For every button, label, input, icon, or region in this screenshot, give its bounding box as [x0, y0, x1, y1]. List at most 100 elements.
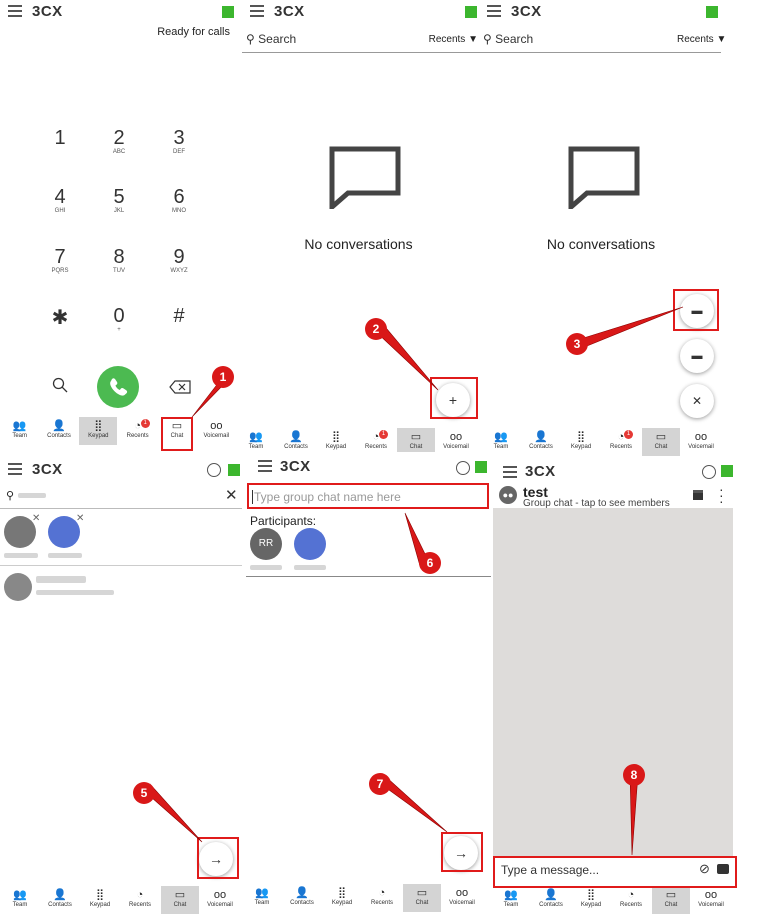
message-input[interactable]: Type a message... [501, 863, 599, 877]
tab-keypad[interactable]: ⣿ Keypad [79, 417, 118, 445]
chat-bubble-icon [568, 146, 640, 209]
team-icon: 👥 [249, 431, 263, 443]
headset-icon[interactable] [702, 465, 716, 479]
create-group-button[interactable]: → [444, 836, 478, 870]
presence-indicator[interactable] [465, 6, 477, 18]
headset-icon[interactable] [456, 461, 470, 475]
presence-indicator[interactable] [222, 6, 234, 18]
chat-icon: ▭ [665, 889, 677, 901]
tab-contacts[interactable]: 👤 Contacts [283, 884, 321, 912]
app-logo: 3CX [511, 3, 542, 20]
recents-filter[interactable]: Recents ▼ [429, 34, 478, 45]
notification-badge: 1 [140, 419, 150, 428]
search-query[interactable] [18, 493, 46, 498]
tab-voicemail[interactable]: oo Voicemail [201, 886, 239, 914]
tab-team[interactable]: 👥 Team [243, 884, 281, 912]
key-3[interactable]: 4 GHI [40, 186, 80, 214]
search-icon[interactable] [52, 377, 68, 393]
tab-contacts[interactable]: 👤 Contacts [522, 428, 560, 456]
hamburger-icon[interactable] [487, 5, 501, 17]
key-5[interactable]: 6 MNO [159, 186, 199, 214]
remove-icon[interactable]: ✕ [32, 513, 40, 524]
tab-voicemail[interactable]: oo Voicemail [682, 428, 720, 456]
tab-label: Keypad [331, 900, 353, 906]
tab-chat[interactable]: ▭ Chat [652, 886, 690, 914]
key-8[interactable]: 9 WXYZ [159, 246, 199, 274]
key-0[interactable]: 1 [40, 127, 80, 149]
hamburger-icon[interactable] [8, 5, 22, 17]
key-2[interactable]: 3 DEF [159, 127, 199, 155]
search-input[interactable]: ⚲ Search [246, 32, 296, 46]
key-1[interactable]: 2 ABC [99, 127, 139, 155]
tab-recents[interactable]: ◔ Recents 1 [119, 417, 157, 445]
step-marker-6: 6 [419, 552, 441, 574]
voicemail-icon: oo [694, 431, 708, 443]
search-input[interactable]: ⚲ Search [483, 32, 533, 46]
tab-contacts[interactable]: 👤 Contacts [41, 886, 79, 914]
divider [0, 508, 242, 509]
tab-label: Contacts [290, 900, 314, 906]
team-icon: 👥 [494, 431, 508, 443]
backspace-icon[interactable] [169, 380, 191, 394]
hamburger-icon[interactable] [8, 463, 22, 475]
tab-chat[interactable]: ▭ Chat [403, 884, 441, 912]
key-digit: 4 [54, 186, 66, 208]
new-group-chat-button[interactable]: ▬ [680, 294, 714, 328]
tab-team[interactable]: 👥 Team [492, 886, 530, 914]
tab-team[interactable]: 👥 Team [1, 417, 39, 445]
group-name-input[interactable]: Type group chat name here [252, 490, 486, 504]
tab-voicemail[interactable]: oo Voicemail [443, 884, 481, 912]
tab-label: Chat [664, 902, 678, 908]
tab-keypad[interactable]: ⣿ Keypad [572, 886, 610, 914]
presence-indicator[interactable] [475, 461, 487, 473]
remove-icon[interactable]: ✕ [76, 513, 84, 524]
key-7[interactable]: 8 TUV [99, 246, 139, 274]
team-icon: 👥 [12, 420, 27, 432]
tab-recents[interactable]: ◔ Recents [121, 886, 159, 914]
clear-search-icon[interactable]: ✕ [225, 486, 238, 504]
calendar-icon[interactable] [693, 490, 703, 500]
call-button[interactable] [97, 366, 139, 408]
camera-icon[interactable] [717, 864, 729, 874]
tab-voicemail[interactable]: oo Voicemail [692, 886, 730, 914]
key-11[interactable]: # [159, 305, 199, 327]
more-options-icon[interactable]: · · · [719, 482, 724, 508]
key-10[interactable]: 0 + [99, 305, 139, 333]
hamburger-icon[interactable] [258, 460, 272, 472]
hamburger-icon[interactable] [250, 5, 264, 17]
key-6[interactable]: 7 PQRS [40, 246, 80, 274]
tab-team[interactable]: 👥 Team [1, 886, 39, 914]
close-menu-button[interactable]: ✕ [680, 384, 714, 418]
tab-recents[interactable]: ◔ Recents [612, 886, 650, 914]
tab-recents[interactable]: ◔ Recents 1 [602, 428, 640, 456]
new-chat-option-button[interactable]: ▬ [680, 339, 714, 373]
presence-indicator[interactable] [228, 464, 240, 476]
tab-label: Contacts [48, 902, 72, 908]
tab-contacts[interactable]: 👤 Contacts [532, 886, 570, 914]
dialer-panel: 3CX Ready for calls 1 2 ABC 3 DEF 4 GHI 5 JKL 6 MN… [0, 0, 236, 458]
tab-keypad[interactable]: ⣿ Keypad [562, 428, 600, 456]
contact-avatar[interactable] [4, 573, 32, 601]
tab-keypad[interactable]: ⣿ Keypad [81, 886, 119, 914]
attach-icon[interactable]: ⊘ [699, 861, 710, 877]
tab-keypad[interactable]: ⣿ Keypad [323, 884, 361, 912]
key-4[interactable]: 5 JKL [99, 186, 139, 214]
new-chat-button[interactable]: + [436, 383, 470, 417]
presence-indicator[interactable] [721, 465, 733, 477]
tab-recents[interactable]: ◔ Recents [363, 884, 401, 912]
tab-chat[interactable]: ▭ Chat [158, 417, 196, 445]
tab-chat[interactable]: ▭ Chat [642, 428, 680, 456]
tab-contacts[interactable]: 👤 Contacts [40, 417, 78, 445]
next-button[interactable]: → [199, 842, 233, 876]
presence-indicator[interactable] [706, 6, 718, 18]
recents-filter[interactable]: Recents ▼ [677, 34, 726, 45]
search-icon: ⚲ [6, 490, 15, 502]
tab-chat[interactable]: ▭ Chat [161, 886, 199, 914]
key-letters: + [117, 327, 121, 333]
hamburger-icon[interactable] [503, 466, 517, 478]
key-9[interactable]: ✱ [40, 305, 80, 329]
group-icon: ●● [499, 486, 517, 504]
tab-voicemail[interactable]: oo Voicemail [197, 417, 235, 445]
headset-icon[interactable] [207, 463, 221, 477]
recents-icon: ◔ [372, 431, 380, 443]
